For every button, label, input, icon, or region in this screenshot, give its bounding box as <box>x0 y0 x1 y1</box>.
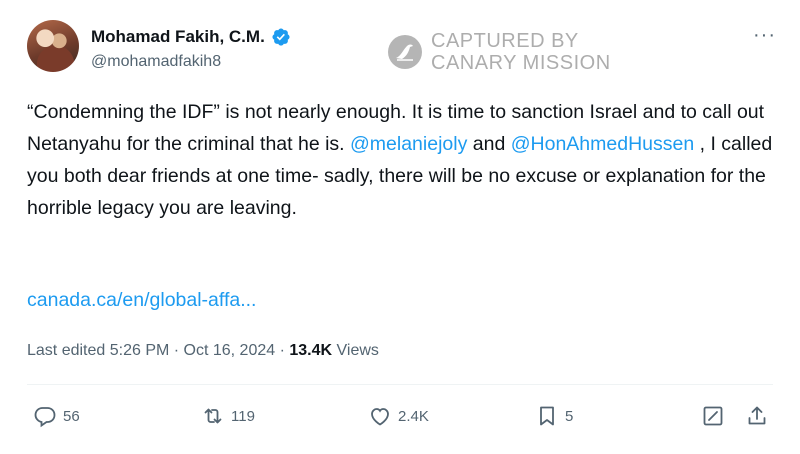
tweet-text: “Condemning the IDF” is not nearly enoug… <box>27 96 777 224</box>
reply-button[interactable]: 56 <box>33 404 80 428</box>
divider <box>27 384 773 385</box>
avatar[interactable] <box>27 20 79 72</box>
bookmark-icon <box>540 406 554 426</box>
reply-icon <box>34 407 56 428</box>
views-count: 13.4K <box>289 342 333 359</box>
repost-count: 119 <box>231 407 255 425</box>
tweet-external-link[interactable]: canada.ca/en/global-affa... <box>27 289 256 312</box>
verified-badge-icon <box>272 28 290 46</box>
bookmark-button[interactable]: 5 <box>535 404 573 428</box>
bookmark-count: 5 <box>565 407 574 425</box>
action-bar: 56 119 2.4K 5 <box>33 404 773 434</box>
mention-link-honahmedhussen[interactable]: @HonAhmedHussen <box>511 133 694 155</box>
share-button[interactable] <box>745 404 769 428</box>
edited-timestamp[interactable]: Last edited 5:26 PM · Oct 16, 2024 · <box>27 342 289 359</box>
canary-bird-logo-icon <box>388 35 422 69</box>
heart-icon <box>371 408 389 426</box>
repost-icon <box>204 408 222 424</box>
share-icon <box>748 406 766 425</box>
repost-button[interactable]: 119 <box>201 404 255 428</box>
tweet-meta: Last edited 5:26 PM · Oct 16, 2024 · 13.… <box>27 342 379 360</box>
author-handle[interactable]: @mohamadfakih8 <box>91 53 221 71</box>
like-button[interactable]: 2.4K <box>368 404 429 428</box>
edit-button[interactable] <box>701 404 725 428</box>
author-display-name[interactable]: Mohamad Fakih, C.M. <box>91 27 265 47</box>
watermark-line1: CAPTURED BY <box>431 30 579 52</box>
mention-link-melaniejoly[interactable]: @melaniejoly <box>350 133 467 155</box>
watermark-line2: CANARY MISSION <box>431 52 611 74</box>
watermark: CAPTURED BY CANARY MISSION <box>387 30 611 74</box>
reply-count: 56 <box>63 407 80 425</box>
edit-icon <box>703 406 723 426</box>
more-options-icon[interactable]: ··· <box>753 24 776 47</box>
like-count: 2.4K <box>398 407 429 425</box>
author-name-row: Mohamad Fakih, C.M. <box>91 27 291 47</box>
watermark-text: CAPTURED BY CANARY MISSION <box>431 30 611 74</box>
views-label: Views <box>332 342 379 359</box>
tweet-text-part2: and <box>467 133 511 155</box>
